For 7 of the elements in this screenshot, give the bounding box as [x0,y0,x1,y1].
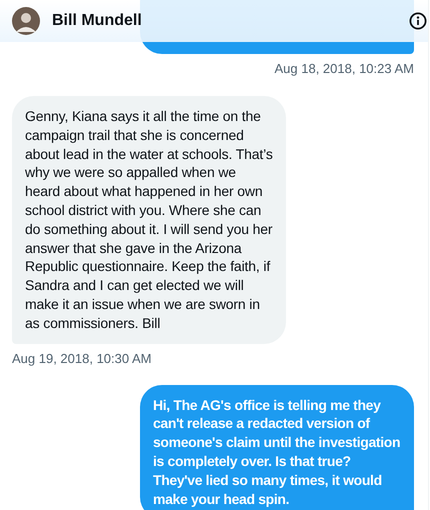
message-timestamp: Aug 19, 2018, 10:30 AM [12,350,152,366]
message-bubble: Genny, Kiana says it all the time on the campaign trail that she is concerned about lead in the water at schools. That’s why we were so appalled when we heard about what happened in her own school district with you. Where she can do something about it. I will send you her answer that she gave in the Arizona Republic questionnaire. Keep the faith, if Sandra and I can get elected we will make it an issue when we are sworn in as commissioners. Bill [12,96,286,344]
info-icon[interactable] [409,12,427,30]
contact-name[interactable]: Bill Mundell [52,12,142,30]
message-bubble: Hi, The AG's office is telling me they can't release a redacted version of someone's claim until the investigation is completely over. Is that true? They've lied so many times, it would make your head spin. [140,384,414,510]
message-timestamp: Aug 18, 2018, 10:23 AM [274,61,414,76]
avatar-icon[interactable] [12,7,40,35]
